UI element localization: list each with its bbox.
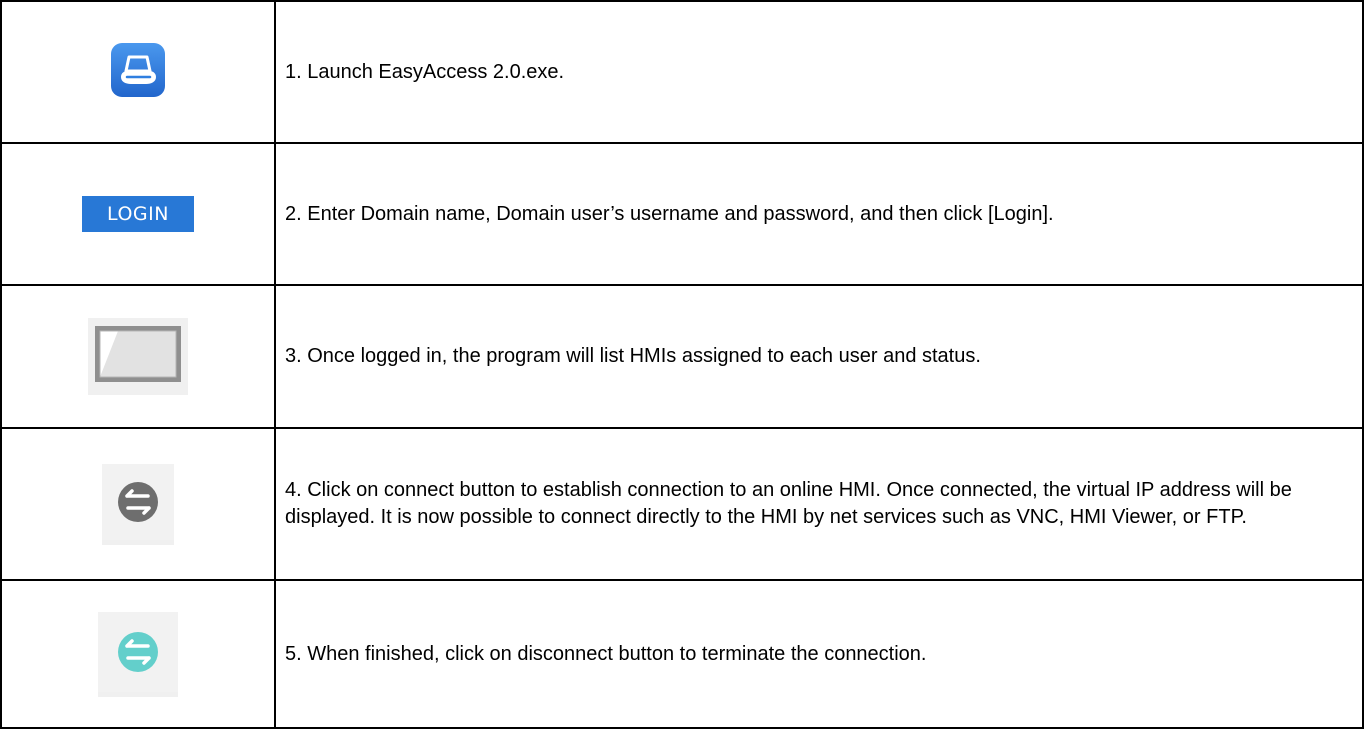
- step-icon-cell-4: [0, 427, 276, 581]
- step-row-2: LOGIN 2. Enter Domain name, Domain user’…: [0, 142, 1364, 286]
- step-icon-cell-2: LOGIN: [0, 142, 276, 286]
- step-text-4: 4. Click on connect button to establish …: [274, 427, 1364, 581]
- step-row-5: 5. When finished, click on disconnect bu…: [0, 579, 1364, 729]
- step-row-3: 3. Once logged in, the program will list…: [0, 284, 1364, 429]
- step-row-4: 4. Click on connect button to establish …: [0, 427, 1364, 581]
- step-row-1: 1. Launch EasyAccess 2.0.exe.: [0, 0, 1364, 144]
- step-text-3: 3. Once logged in, the program will list…: [274, 284, 1364, 429]
- step-icon-cell-5: [0, 579, 276, 729]
- step-icon-cell-3: [0, 284, 276, 429]
- step-text-5: 5. When finished, click on disconnect bu…: [274, 579, 1364, 729]
- login-button-icon: LOGIN: [82, 196, 194, 232]
- easyaccess-app-icon: [109, 41, 167, 104]
- connect-icon: [102, 463, 174, 545]
- steps-table: 1. Launch EasyAccess 2.0.exe. LOGIN 2. E…: [0, 0, 1364, 729]
- disconnect-icon: [98, 611, 178, 697]
- hmi-screen-icon: [88, 318, 188, 395]
- step-text-1: 1. Launch EasyAccess 2.0.exe.: [274, 0, 1364, 144]
- step-icon-cell-1: [0, 0, 276, 144]
- step-text-2: 2. Enter Domain name, Domain user’s user…: [274, 142, 1364, 286]
